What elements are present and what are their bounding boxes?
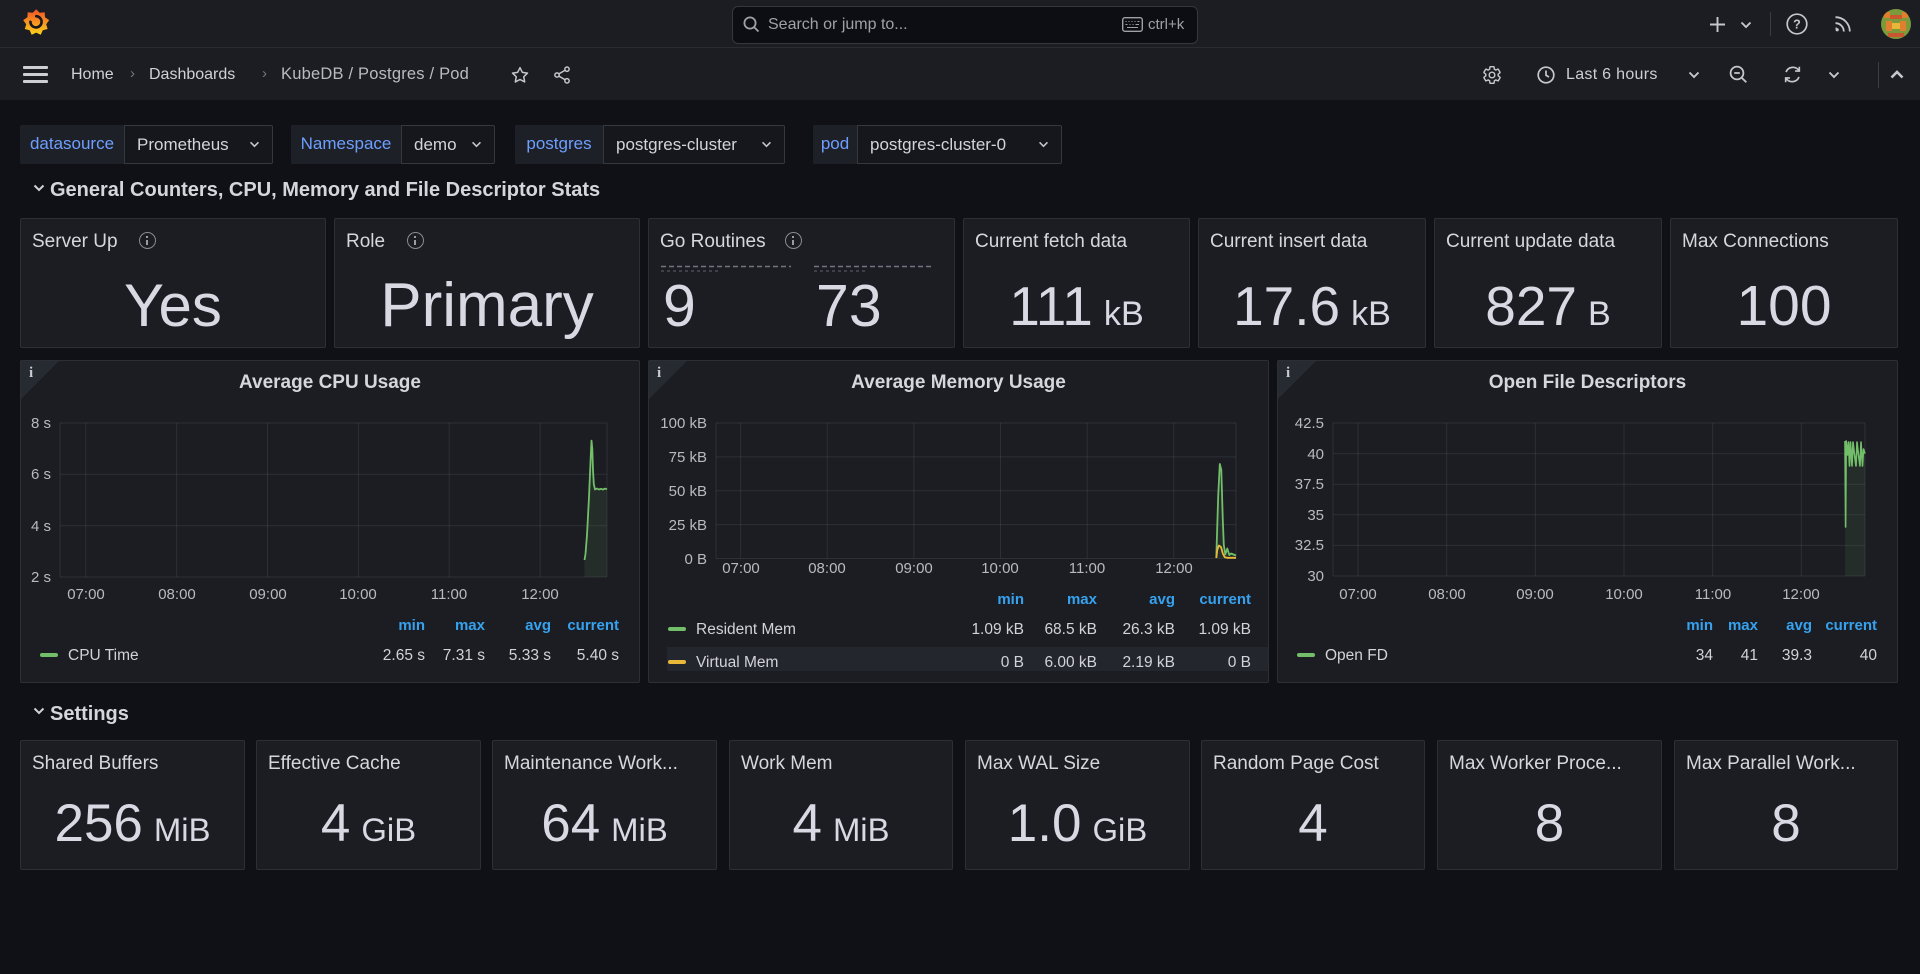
svg-text:?: ? — [1793, 18, 1801, 32]
